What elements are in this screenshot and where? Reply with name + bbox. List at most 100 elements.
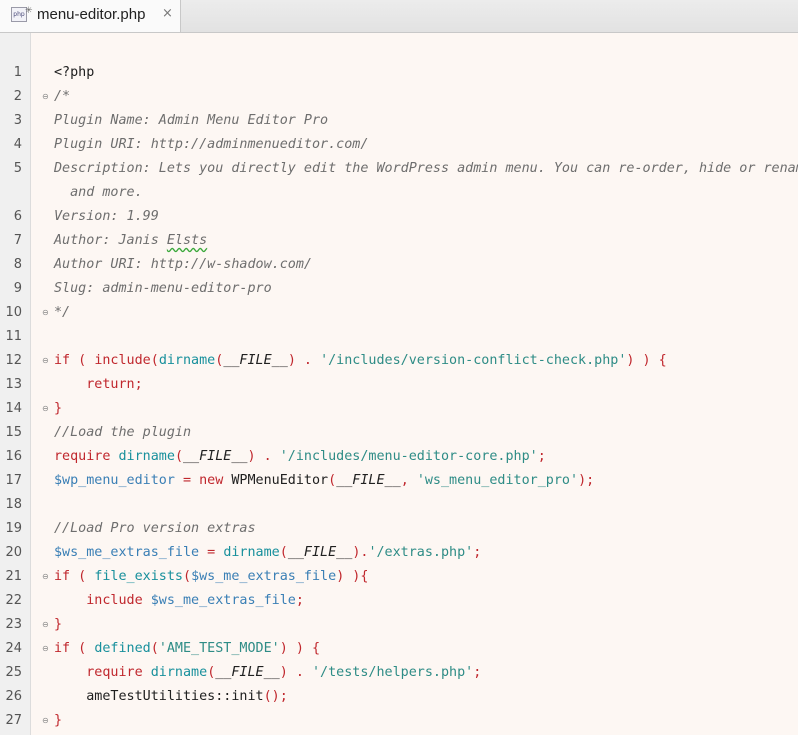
code-text: } (54, 397, 62, 421)
code-text: include $ws_me_extras_file; (54, 589, 304, 613)
code-line[interactable]: 16 require dirname(__FILE__) . '/includes… (0, 445, 798, 469)
code-token: //Load the plugin (54, 425, 192, 440)
code-token: ( (150, 353, 159, 368)
code-text: if ( defined('AME_TEST_MODE') ) { (54, 637, 320, 661)
code-token: Plugin Name: Admin Menu Editor Pro (54, 113, 329, 128)
code-token: $ws_me_extras_file (150, 593, 296, 608)
code-line[interactable]: 15 //Load the plugin (0, 421, 798, 445)
code-token: ( (150, 641, 159, 656)
code-token: <?php (54, 65, 95, 80)
code-token: ( (328, 473, 337, 488)
code-line[interactable]: 8 Author URI: http://w-shadow.com/ (0, 253, 798, 277)
code-line[interactable]: 3 Plugin Name: Admin Menu Editor Pro (0, 109, 798, 133)
line-number: 2 (13, 89, 22, 104)
code-token: ) ) { (626, 353, 667, 368)
code-line[interactable]: 11 (0, 325, 798, 349)
code-text: Version: 1.99 (54, 205, 159, 229)
line-number: 14 (5, 401, 22, 416)
close-tab-icon[interactable]: × (162, 6, 173, 21)
line-number: 22 (5, 593, 22, 608)
code-line[interactable]: 12 ⊖ if ( include(dirname(__FILE__) . '/in… (0, 349, 798, 373)
line-number: 27 (5, 713, 22, 728)
code-line[interactable]: 1 <?php (0, 61, 798, 85)
code-token: ; (473, 665, 482, 680)
code-token: ) . (279, 665, 312, 680)
code-text: and more. (54, 181, 143, 205)
code-token: $wp_menu_editor (54, 473, 175, 488)
code-token: file_exists (94, 569, 183, 584)
code-text: return; (54, 373, 142, 397)
code-text: if ( file_exists($ws_me_extras_file) ){ (54, 565, 368, 589)
code-text: Plugin Name: Admin Menu Editor Pro (54, 109, 328, 133)
code-token: include (94, 353, 151, 368)
fold-open-icon[interactable]: ⊖ (42, 356, 50, 366)
line-number: 26 (5, 689, 22, 704)
line-number: 9 (13, 281, 22, 296)
code-token: __FILE__ (215, 665, 280, 680)
code-line[interactable]: 23 ⊖} (0, 613, 798, 637)
code-token: 'ws_menu_editor_pro' (416, 473, 579, 488)
code-text: Author: Janis Elsts (54, 229, 207, 253)
code-line[interactable]: and more. (0, 181, 798, 205)
code-token: __FILE__ (223, 353, 288, 368)
code-token: if ( (54, 569, 95, 584)
code-line[interactable]: 22 include $ws_me_extras_file; (0, 589, 798, 613)
code-line[interactable]: 4 Plugin URI: http://adminmenueditor.com/ (0, 133, 798, 157)
code-token: new (199, 473, 232, 488)
fold-close-icon[interactable]: ⊖ (42, 620, 50, 630)
code-line[interactable]: 17 $wp_menu_editor = new WPMenuEditor(__F… (0, 469, 798, 493)
code-lines: 1 <?php 2 ⊖ /* 3 Plugin Name: Admin Menu Edito… (0, 61, 798, 733)
line-number: 10 (5, 305, 22, 320)
code-line[interactable]: 19 //Load Pro version extras (0, 517, 798, 541)
line-number: 1 (13, 65, 22, 80)
fold-close-icon[interactable]: ⊖ (42, 308, 50, 318)
line-number: 5 (13, 161, 22, 176)
modified-indicator-icon: ✳ (25, 6, 33, 16)
code-line[interactable]: 26 ameTestUtilities::init(); (0, 685, 798, 709)
code-text: Plugin URI: http://adminmenueditor.com/ (54, 133, 368, 157)
code-token: dirname (223, 545, 280, 560)
code-token: Author: Janis (54, 233, 167, 248)
line-number: 18 (5, 497, 22, 512)
code-line[interactable]: 6 Version: 1.99 (0, 205, 798, 229)
code-text: require dirname(__FILE__) . '/includes/m… (54, 445, 546, 469)
code-line[interactable]: 5 Description: Lets you directly edit the… (0, 157, 798, 181)
code-token: '/tests/helpers.php' (312, 665, 474, 680)
code-token: ). (352, 545, 369, 560)
code-token: if ( (54, 353, 95, 368)
code-token: ( (174, 449, 183, 464)
code-token: } (54, 713, 63, 728)
fold-open-icon[interactable]: ⊖ (42, 92, 50, 102)
code-token: dirname (150, 665, 208, 680)
fold-open-icon[interactable]: ⊖ (42, 644, 50, 654)
tab-menu-editor-php[interactable]: php ✳ menu-editor.php × (0, 0, 181, 32)
code-line[interactable]: 13 return; (0, 373, 798, 397)
code-line[interactable]: 7 Author: Janis Elsts (0, 229, 798, 253)
code-line[interactable]: 27 ⊖} (0, 709, 798, 733)
code-text: */ (54, 301, 70, 325)
code-token: include (54, 593, 151, 608)
code-line[interactable]: 9 Slug: admin-menu-editor-pro (0, 277, 798, 301)
code-token: ) ) { (279, 641, 321, 656)
code-token: */ (54, 305, 71, 320)
fold-close-icon[interactable]: ⊖ (42, 716, 50, 726)
line-number: 25 (5, 665, 22, 680)
code-line[interactable]: 21 ⊖ if ( file_exists($ws_me_extras_file) … (0, 565, 798, 589)
code-line[interactable]: 25 require dirname(__FILE__) . '/tests/h… (0, 661, 798, 685)
code-line[interactable]: 10 ⊖ */ (0, 301, 798, 325)
code-token: dirname (118, 449, 175, 464)
line-number: 21 (5, 569, 22, 584)
code-line[interactable]: 24 ⊖ if ( defined('AME_TEST_MODE') ) { (0, 637, 798, 661)
fold-open-icon[interactable]: ⊖ (42, 572, 50, 582)
code-token: 'AME_TEST_MODE' (158, 641, 280, 656)
fold-close-icon[interactable]: ⊖ (42, 404, 50, 414)
code-line[interactable]: 18 (0, 493, 798, 517)
code-token: WPMenuEditor (231, 473, 329, 488)
code-line[interactable]: 20 $ws_me_extras_file = dirname(__FILE__)… (0, 541, 798, 565)
code-text: Slug: admin-menu-editor-pro (54, 277, 272, 301)
code-line[interactable]: 14 ⊖} (0, 397, 798, 421)
code-text: <?php (54, 61, 94, 85)
code-token: Author URI: http://w-shadow.com/ (54, 257, 312, 272)
line-number: 8 (13, 257, 22, 272)
code-line[interactable]: 2 ⊖ /* (0, 85, 798, 109)
